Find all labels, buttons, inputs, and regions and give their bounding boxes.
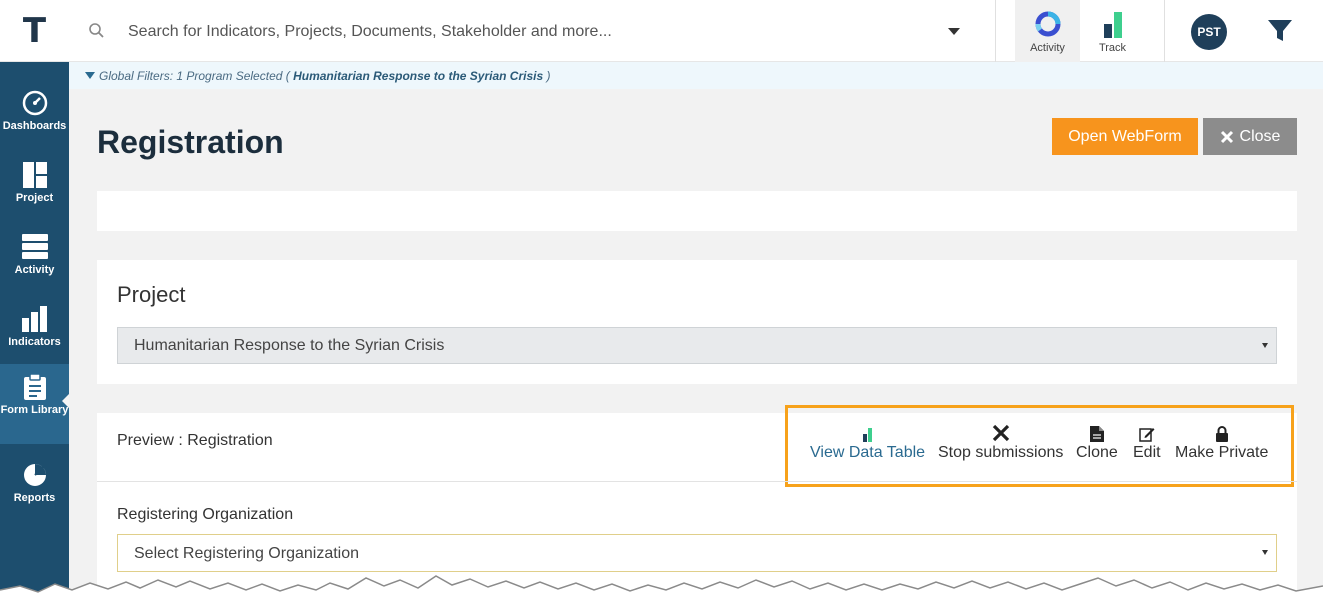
stop-submissions-button[interactable]: Stop submissions xyxy=(938,422,1063,462)
clipboard-icon xyxy=(23,374,46,400)
sidebar-item-form-library[interactable]: Form Library xyxy=(0,364,69,444)
sidebar-item-label: Activity xyxy=(14,264,55,276)
registering-organization-placeholder: Select Registering Organization xyxy=(134,545,360,562)
page-title: Registration xyxy=(97,124,284,160)
divider xyxy=(1164,0,1165,62)
top-bar: T Activity Track PST xyxy=(0,0,1323,62)
x-icon xyxy=(992,424,1009,442)
edit-icon xyxy=(1139,428,1155,442)
sidebar-item-label: Project xyxy=(15,192,54,204)
global-filter-suffix: ) xyxy=(546,69,551,83)
pie-chart-icon xyxy=(23,464,46,486)
sidebar-item-reports[interactable]: Reports xyxy=(0,452,69,524)
actions-highlight-box: View Data Table Stop submissions Clone E… xyxy=(785,405,1294,487)
sidebar-item-project[interactable]: Project xyxy=(0,152,69,224)
app-logo[interactable]: T xyxy=(0,0,69,62)
document-icon xyxy=(1089,426,1104,442)
edit-button[interactable]: Edit xyxy=(1133,422,1161,462)
preview-card: Preview : Registration View Data Table S… xyxy=(97,405,1297,604)
activity-ring-icon xyxy=(1035,11,1060,37)
registering-organization-label: Registering Organization xyxy=(117,506,294,523)
action-label: View Data Table xyxy=(810,444,926,461)
chevron-down-icon xyxy=(1262,550,1268,555)
global-search-input[interactable] xyxy=(128,18,928,46)
lock-icon xyxy=(1215,426,1228,442)
app-switch-label: Track xyxy=(1098,42,1127,54)
view-data-table-button[interactable]: View Data Table xyxy=(810,422,925,462)
search-icon xyxy=(89,23,104,38)
project-card: Project Humanitarian Response to the Syr… xyxy=(97,260,1297,384)
active-indicator-arrow xyxy=(62,394,69,408)
indicators-bars-icon xyxy=(21,306,47,332)
user-avatar[interactable]: PST xyxy=(1191,14,1227,50)
app-switch-activity[interactable]: Activity xyxy=(1015,0,1080,62)
sidebar-item-dashboards[interactable]: Dashboards xyxy=(0,80,69,152)
close-button[interactable]: Close xyxy=(1203,118,1297,155)
track-bars-icon xyxy=(1103,12,1122,38)
sidebar: Dashboards Project Activity Indicators F… xyxy=(0,62,69,604)
search-dropdown-caret-icon[interactable] xyxy=(948,28,960,35)
empty-card xyxy=(97,191,1297,231)
action-label: Clone xyxy=(1076,444,1118,461)
project-select-value: Humanitarian Response to the Syrian Cris… xyxy=(134,337,445,354)
global-filter-prefix: Global Filters: 1 Program Selected ( xyxy=(99,69,290,83)
divider xyxy=(97,481,1297,482)
data-table-icon xyxy=(862,428,872,442)
open-webform-button[interactable]: Open WebForm xyxy=(1052,118,1198,155)
sidebar-item-label: Dashboards xyxy=(2,120,67,132)
sidebar-item-label: Indicators xyxy=(8,336,61,348)
app-switch-track[interactable]: Track xyxy=(1080,0,1145,62)
registering-organization-select[interactable]: Select Registering Organization xyxy=(117,534,1277,572)
app-switch-label: Activity xyxy=(1030,42,1065,54)
close-button-label: Close xyxy=(1239,127,1281,145)
main-content: Global Filters: 1 Program Selected ( Hum… xyxy=(69,62,1323,604)
project-label: Project xyxy=(117,282,186,307)
filter-icon[interactable] xyxy=(1266,18,1294,44)
divider xyxy=(995,0,996,62)
sidebar-item-activity[interactable]: Activity xyxy=(0,224,69,296)
project-select[interactable]: Humanitarian Response to the Syrian Cris… xyxy=(117,327,1277,364)
filter-icon xyxy=(85,72,95,79)
sidebar-item-indicators[interactable]: Indicators xyxy=(0,296,69,368)
action-label: Edit xyxy=(1133,444,1161,461)
action-label: Make Private xyxy=(1175,444,1269,461)
project-grid-icon xyxy=(22,162,47,188)
make-private-button[interactable]: Make Private xyxy=(1175,422,1268,462)
sidebar-item-label: Form Library xyxy=(0,404,69,416)
sidebar-item-label: Reports xyxy=(13,492,56,504)
action-label: Stop submissions xyxy=(938,444,1064,461)
clone-button[interactable]: Clone xyxy=(1076,422,1118,462)
activity-stack-icon xyxy=(21,234,48,259)
preview-title: Preview : Registration xyxy=(117,432,273,449)
chevron-down-icon xyxy=(1262,343,1268,348)
dashboard-gauge-icon xyxy=(22,90,47,116)
global-filter-bar[interactable]: Global Filters: 1 Program Selected ( Hum… xyxy=(69,62,1323,89)
global-filter-program: Humanitarian Response to the Syrian Cris… xyxy=(293,69,544,83)
close-icon xyxy=(1220,130,1233,143)
